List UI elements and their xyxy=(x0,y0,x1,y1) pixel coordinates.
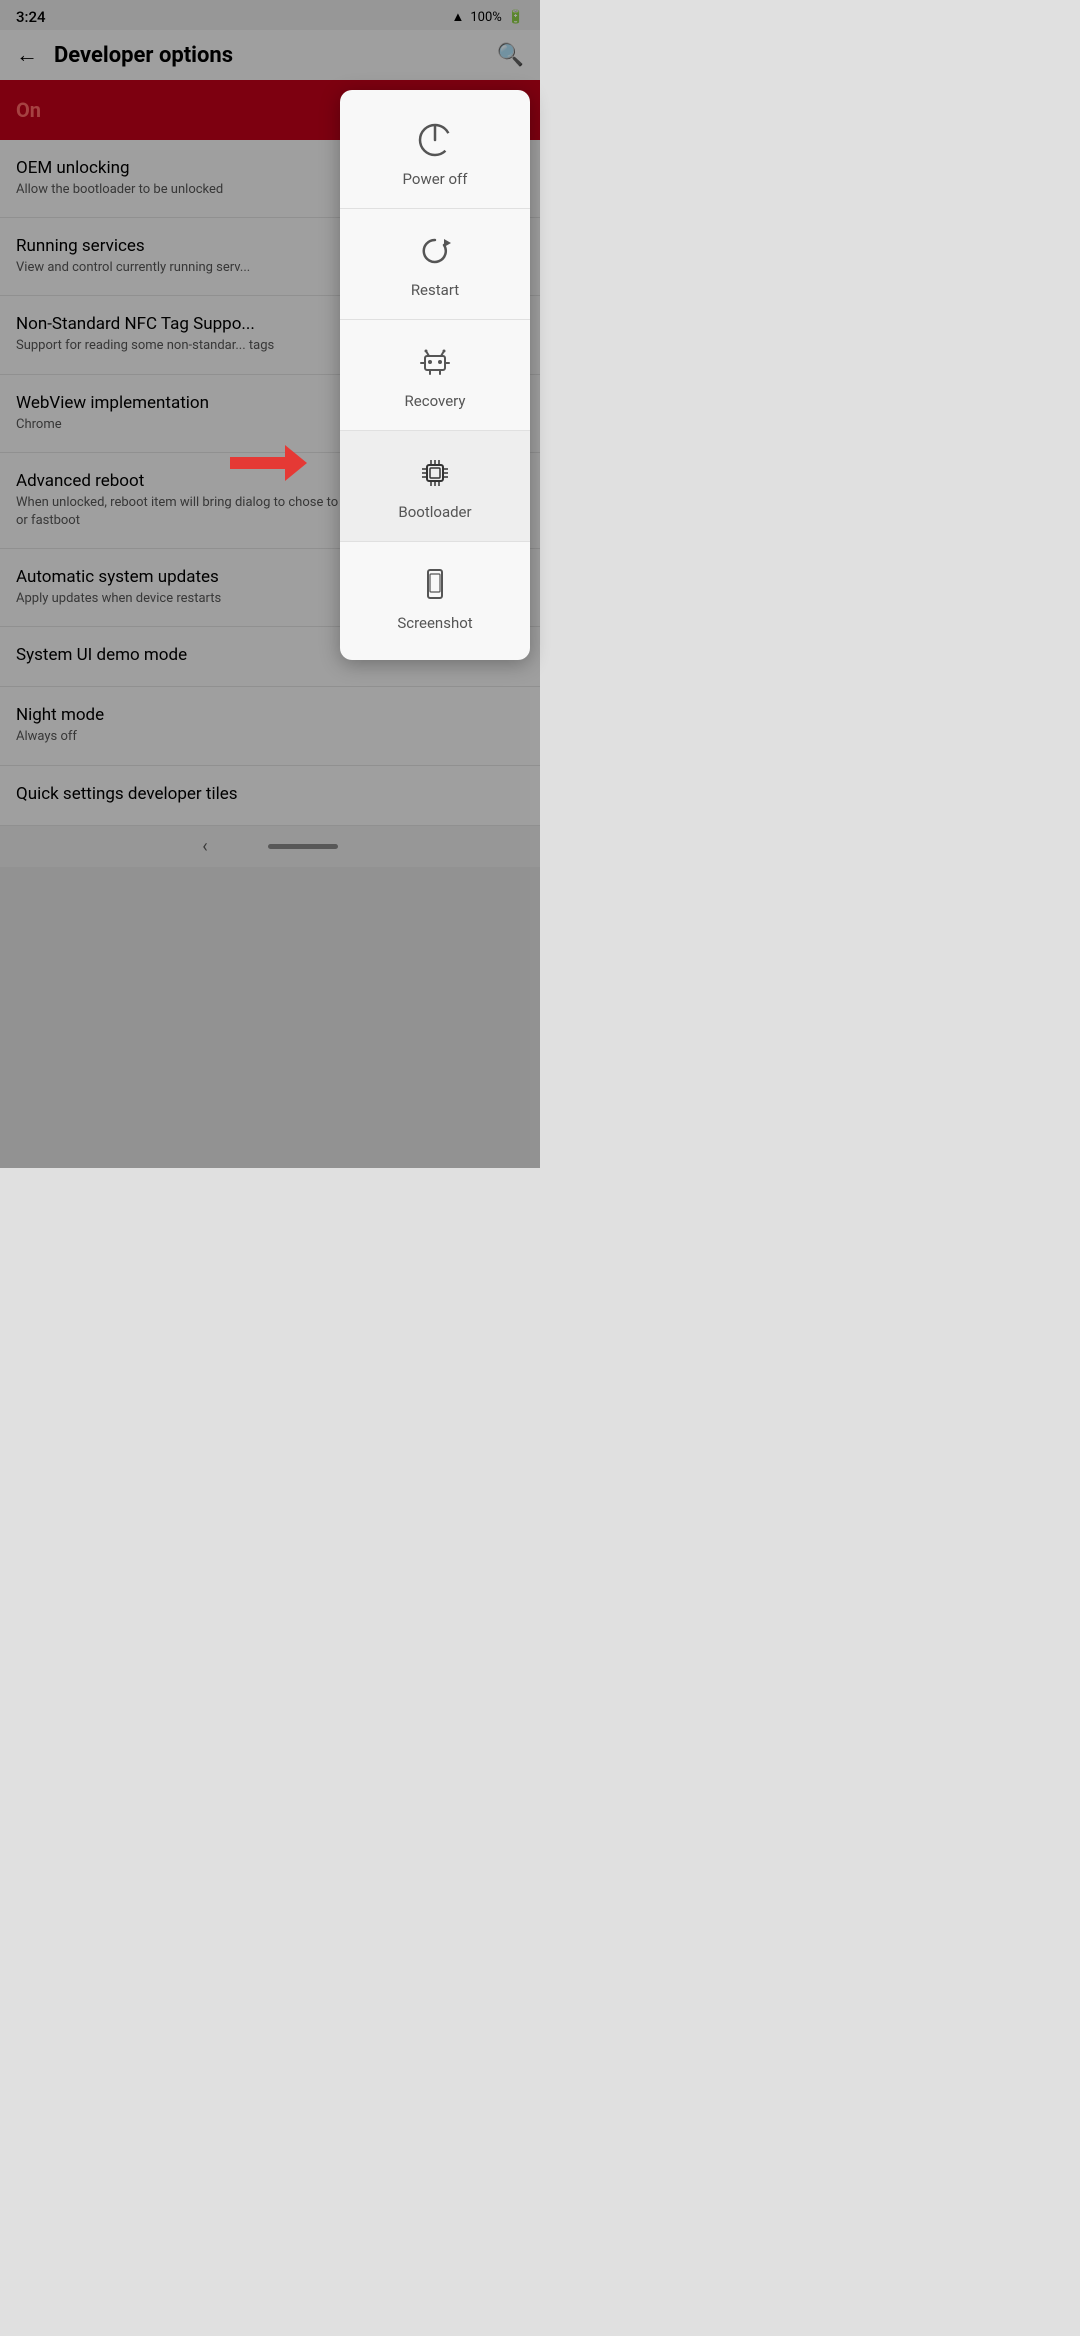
power-menu: Power off Restart xyxy=(340,90,530,660)
restart-icon xyxy=(413,229,457,273)
recovery-icon xyxy=(413,340,457,384)
screenshot-button[interactable]: Screenshot xyxy=(340,542,530,652)
arrow-head xyxy=(285,445,307,481)
bootloader-label: Bootloader xyxy=(398,503,471,521)
screenshot-icon xyxy=(413,562,457,606)
screenshot-label: Screenshot xyxy=(397,614,472,632)
recovery-label: Recovery xyxy=(405,392,466,410)
power-off-icon xyxy=(413,118,457,162)
power-off-button[interactable]: Power off xyxy=(340,98,530,209)
bootloader-icon xyxy=(413,451,457,495)
arrow-shaft xyxy=(230,457,285,469)
recovery-button[interactable]: Recovery xyxy=(340,320,530,431)
bootloader-button[interactable]: Bootloader xyxy=(340,431,530,542)
power-off-label: Power off xyxy=(403,170,468,188)
restart-button[interactable]: Restart xyxy=(340,209,530,320)
restart-label: Restart xyxy=(411,281,459,299)
red-arrow xyxy=(230,445,307,481)
